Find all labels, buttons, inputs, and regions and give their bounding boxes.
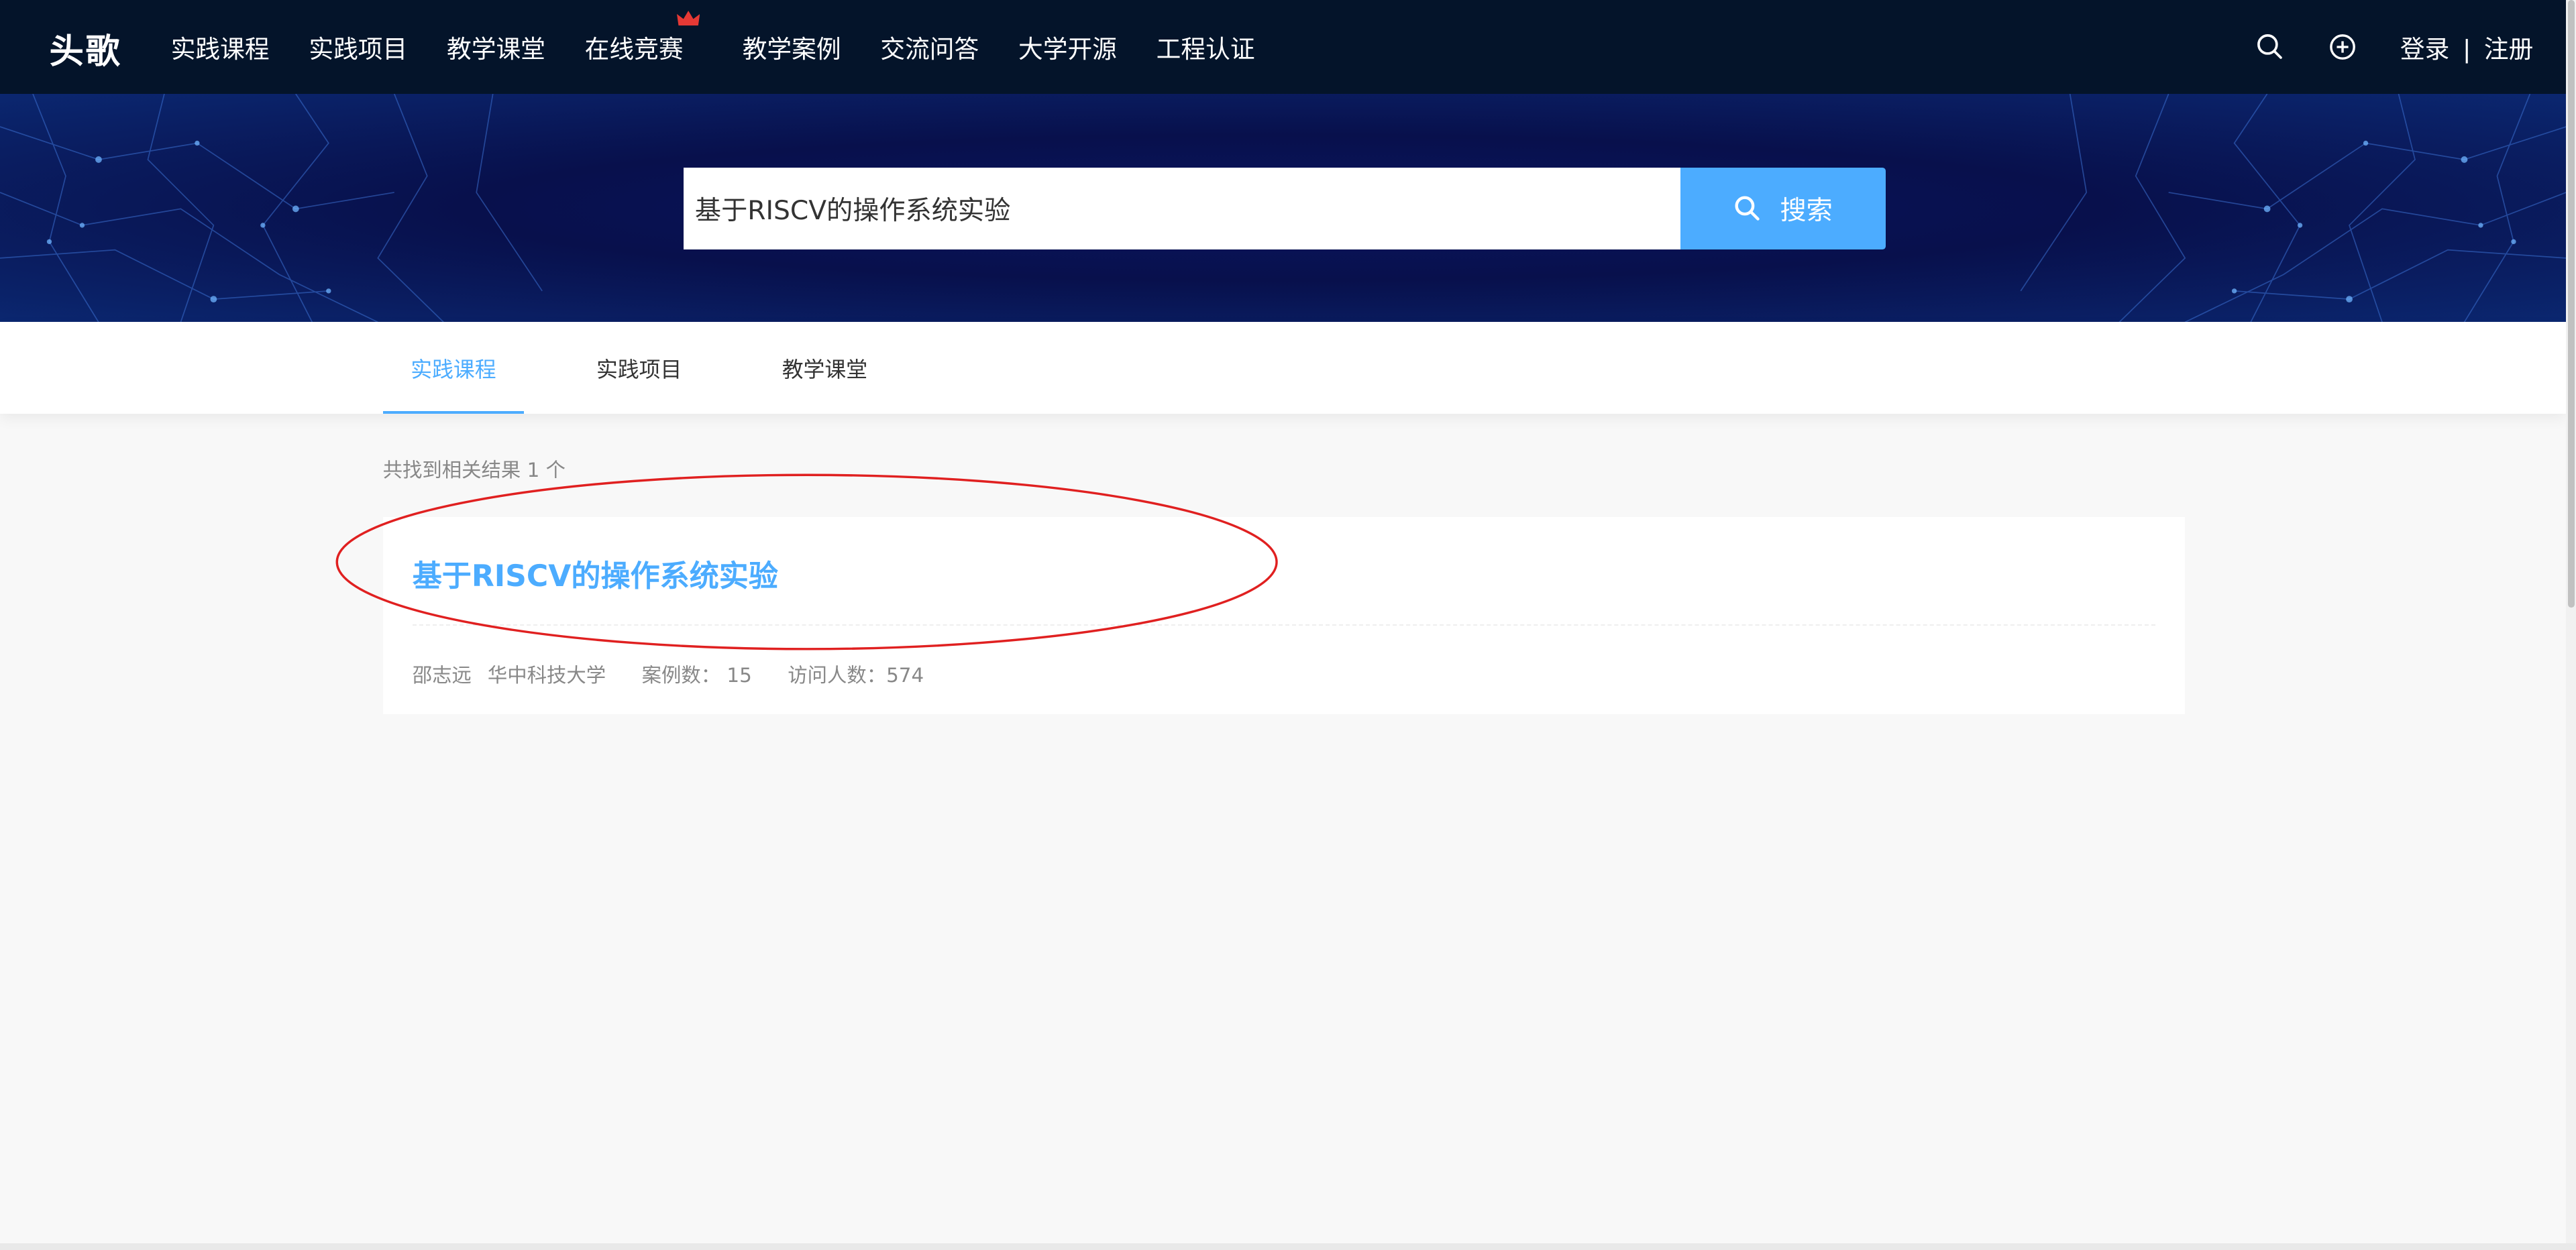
plus-circle-icon[interactable] bbox=[2328, 32, 2357, 62]
result-author: 邵志远 bbox=[412, 664, 472, 687]
result-tabs: 实践课程 实践项目 教学课堂 bbox=[0, 322, 2567, 414]
search-button-label: 搜索 bbox=[1780, 196, 1833, 226]
tab-practice-projects[interactable]: 实践项目 bbox=[568, 322, 710, 414]
search-banner: 搜索 bbox=[0, 93, 2567, 322]
result-university: 华中科技大学 bbox=[487, 664, 606, 687]
window-bottom-edge bbox=[0, 1243, 2576, 1250]
result-meta: 邵志远 华中科技大学 案例数： 15 访问人数：574 bbox=[413, 660, 954, 688]
nav-actions: 登录 | 注册 bbox=[2255, 0, 2533, 94]
nav-practice-projects[interactable]: 实践项目 bbox=[309, 29, 407, 65]
result-case-count: 案例数： 15 bbox=[641, 664, 752, 687]
search-icon[interactable] bbox=[2255, 32, 2285, 62]
login-link[interactable]: 登录 bbox=[2400, 35, 2449, 64]
auth-links: 登录 | 注册 bbox=[2400, 29, 2533, 65]
tab-practice-courses[interactable]: 实践课程 bbox=[382, 322, 525, 414]
search-button[interactable]: 搜索 bbox=[1680, 167, 1886, 250]
search-input[interactable] bbox=[683, 167, 1681, 250]
nav-university-open-source[interactable]: 大学开源 bbox=[1018, 29, 1117, 65]
nav-online-competition-label: 在线竞赛 bbox=[584, 34, 684, 64]
top-navbar: 头歌 实践课程 实践项目 教学课堂 在线竞赛 教学案例 交流问答 大学开源 工程… bbox=[0, 0, 2576, 94]
site-logo[interactable]: 头歌 bbox=[49, 23, 121, 73]
annotation-ellipse bbox=[335, 473, 1278, 650]
scrollbar-thumb[interactable] bbox=[2567, 0, 2575, 608]
nav-practice-courses[interactable]: 实践课程 bbox=[171, 29, 270, 65]
result-visit-count: 访问人数：574 bbox=[788, 664, 924, 687]
auth-separator: | bbox=[2462, 34, 2471, 64]
nav-online-competition[interactable]: 在线竞赛 bbox=[584, 10, 700, 65]
nav-teaching-cases[interactable]: 教学案例 bbox=[743, 29, 841, 65]
search-icon bbox=[1735, 196, 1760, 221]
nav-teaching-classroom[interactable]: 教学课堂 bbox=[447, 29, 545, 65]
tab-teaching-classroom[interactable]: 教学课堂 bbox=[754, 322, 896, 414]
vertical-scrollbar[interactable] bbox=[2566, 0, 2576, 1250]
nav-qa[interactable]: 交流问答 bbox=[880, 29, 979, 65]
crown-icon bbox=[676, 10, 700, 25]
register-link[interactable]: 注册 bbox=[2484, 35, 2533, 64]
main-nav: 实践课程 实践项目 教学课堂 在线竞赛 教学案例 交流问答 大学开源 工程认证 bbox=[171, 0, 1295, 94]
nav-engineering-certification[interactable]: 工程认证 bbox=[1157, 29, 1255, 65]
